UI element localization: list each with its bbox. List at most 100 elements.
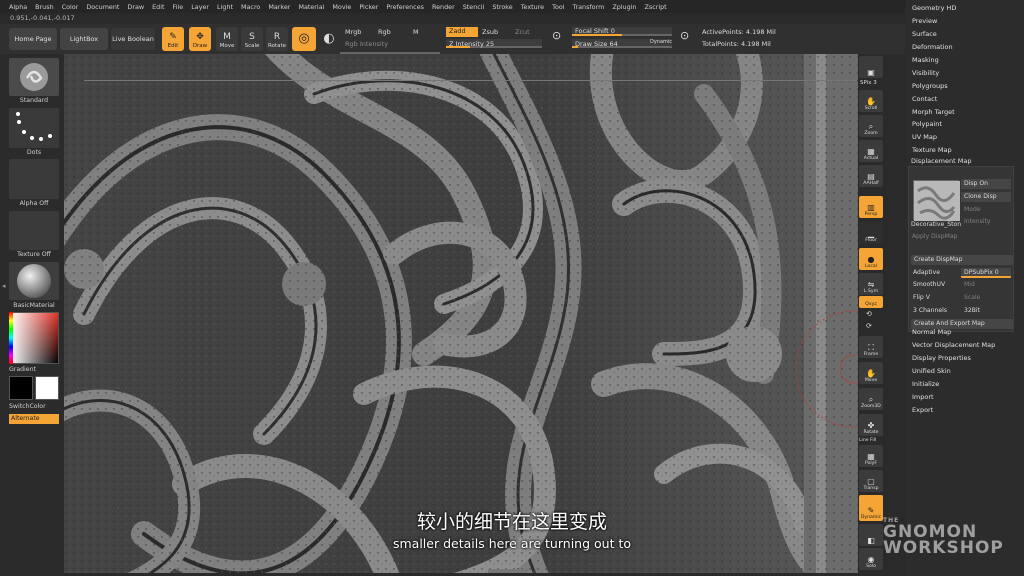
menu-zscript[interactable]: Zscript [645, 3, 667, 11]
menu-tool[interactable]: Tool [552, 3, 564, 11]
move-button[interactable]: M Move [216, 27, 238, 51]
sphere-brush-button[interactable]: ◎ [292, 27, 316, 51]
mrgb-toggle[interactable]: Mrgb [345, 28, 361, 36]
canvas-viewport[interactable] [64, 54, 858, 573]
tool-menu-vector-displacement-map[interactable]: Vector Displacement Map [912, 341, 995, 349]
tool-menu-import[interactable]: Import [912, 393, 934, 401]
mid-slider[interactable]: Mid [964, 281, 975, 288]
menu-render[interactable]: Render [432, 3, 455, 11]
tool-menu-visibility[interactable]: Visibility [912, 69, 939, 77]
menu-color[interactable]: Color [62, 3, 79, 11]
tool-menu-uv-map[interactable]: UV Map [912, 133, 937, 141]
menu-brush[interactable]: Brush [35, 3, 53, 11]
switch-color-button[interactable]: SwitchColor [9, 403, 59, 410]
menu-marker[interactable]: Marker [268, 3, 290, 11]
disp-on-button[interactable]: Disp On [961, 179, 1011, 189]
zoom-button[interactable]: ⌕ Zoom [859, 115, 883, 137]
zadd-toggle[interactable]: Zadd [446, 27, 478, 37]
tool-menu-contact[interactable]: Contact [912, 95, 937, 103]
z-intensity-slider[interactable]: Z Intensity 25 [446, 39, 542, 48]
menu-transform[interactable]: Transform [573, 3, 605, 11]
texture-thumbnail[interactable] [9, 211, 59, 250]
menu-movie[interactable]: Movie [332, 3, 351, 11]
tool-menu-polypaint[interactable]: Polypaint [912, 120, 942, 128]
menu-preferences[interactable]: Preferences [386, 3, 424, 11]
bpr-button[interactable]: ▣ [859, 56, 883, 78]
tool-menu-preview[interactable]: Preview [912, 17, 937, 25]
tool-menu-displacement-map[interactable]: Displacement Map [911, 157, 971, 165]
menu-edit[interactable]: Edit [152, 3, 164, 11]
menu-draw[interactable]: Draw [127, 3, 144, 11]
menu-zplugin[interactable]: Zplugin [612, 3, 636, 11]
rotate-button[interactable]: R Rotate [266, 27, 288, 51]
actual-button[interactable]: ▦ Actual [859, 140, 883, 162]
tool-menu-texture-map[interactable]: Texture Map [912, 146, 952, 154]
rotate-y-icon[interactable]: ⟳ [866, 322, 872, 330]
line-fill-label[interactable]: Line Fill [859, 438, 876, 443]
tool-menu-polygroups[interactable]: Polygroups [912, 82, 948, 90]
spix-slider[interactable]: SPix 3 [860, 80, 877, 86]
dpsubpix-slider[interactable]: DPSubPix 0 [961, 268, 1011, 278]
tool-menu-masking[interactable]: Masking [912, 56, 939, 64]
m-toggle[interactable]: M [413, 28, 419, 36]
main-color-swatch[interactable] [9, 376, 33, 400]
secondary-color-swatch[interactable] [35, 376, 59, 400]
brush-thumbnail[interactable] [9, 58, 59, 96]
material-thumbnail[interactable] [9, 262, 59, 300]
tool-menu-export[interactable]: Export [912, 406, 933, 414]
tool-menu-normal-map[interactable]: Normal Map [912, 328, 951, 336]
aahalf-button[interactable]: ▤ AAHalf [859, 165, 883, 187]
menu-layer[interactable]: Layer [191, 3, 209, 11]
frame-button[interactable]: ⛶ Frame [859, 336, 883, 358]
gradient-label[interactable]: Gradient [9, 366, 59, 373]
menu-stencil[interactable]: Stencil [463, 3, 485, 11]
xyz-button[interactable]: Qxyz [859, 296, 883, 308]
menu-material[interactable]: Material [298, 3, 324, 11]
local-button[interactable]: ● Local [859, 248, 883, 270]
tool-menu-geometry-hd[interactable]: Geometry HD [912, 4, 956, 12]
zcut-toggle[interactable]: Zcut [515, 28, 530, 36]
tool-menu-deformation[interactable]: Deformation [912, 43, 953, 51]
edit-button[interactable]: ✎ Edit [162, 27, 184, 51]
color-picker[interactable] [9, 312, 59, 364]
focal-shift-slider[interactable]: Focal Shift 0 [572, 27, 672, 36]
stroke-thumbnail[interactable] [9, 108, 59, 148]
solo-button[interactable]: ◉ Solo [859, 548, 883, 570]
hue-strip[interactable] [9, 312, 13, 364]
menu-macro[interactable]: Macro [241, 3, 260, 11]
floor-button[interactable]: ▁ Floor [859, 222, 883, 244]
mode-toggle[interactable]: Mode [964, 206, 981, 213]
scale-slider[interactable]: Scale [964, 294, 980, 301]
tool-menu-morph-target[interactable]: Morph Target [912, 108, 955, 116]
move-view-button[interactable]: ✋ Move [859, 362, 883, 384]
menu-texture[interactable]: Texture [521, 3, 544, 11]
rgb-toggle[interactable]: Rgb [378, 28, 391, 36]
rotate-axis-icon[interactable]: ⟲ [866, 310, 872, 318]
menu-document[interactable]: Document [86, 3, 119, 11]
draw-button[interactable]: ✥ Draw [189, 27, 211, 51]
create-dispmap-button[interactable]: Create DispMap [911, 255, 1013, 265]
lightbox-button[interactable]: LightBox [60, 28, 108, 50]
clone-disp-button[interactable]: Clone Disp [961, 192, 1011, 202]
dynamic-toggle[interactable]: Dynamic [650, 39, 672, 45]
adaptive-toggle[interactable]: Adaptive [913, 269, 940, 276]
channels-toggle[interactable]: 3 Channels [913, 307, 947, 314]
transp-button[interactable]: ▢ Transp [859, 470, 883, 492]
menu-file[interactable]: File [173, 3, 184, 11]
apply-dispmap-button[interactable]: Apply DispMap [912, 233, 957, 240]
tool-menu-display-properties[interactable]: Display Properties [912, 354, 971, 362]
alpha-thumbnail[interactable] [9, 159, 59, 199]
zoom3d-button[interactable]: ⌕ Zoom3D [859, 388, 883, 410]
viewport-scroll-handle[interactable] [488, 569, 528, 573]
menu-picker[interactable]: Picker [359, 3, 378, 11]
live-boolean-button[interactable]: Live Boolean [111, 28, 155, 50]
displacement-texture-thumbnail[interactable] [913, 180, 960, 221]
persp-button[interactable]: ▥ Persp [859, 196, 883, 218]
tray-collapse-icon[interactable]: ◂ [2, 282, 6, 290]
polyf-button[interactable]: ▦ PolyF [859, 445, 883, 467]
tool-menu-initialize[interactable]: Initialize [912, 380, 939, 388]
menu-alpha[interactable]: Alpha [9, 3, 27, 11]
tool-menu-surface[interactable]: Surface [912, 30, 937, 38]
rotate-view-button[interactable]: ✤ Rotate [859, 414, 883, 436]
alternate-button[interactable]: Alternate [9, 414, 59, 424]
